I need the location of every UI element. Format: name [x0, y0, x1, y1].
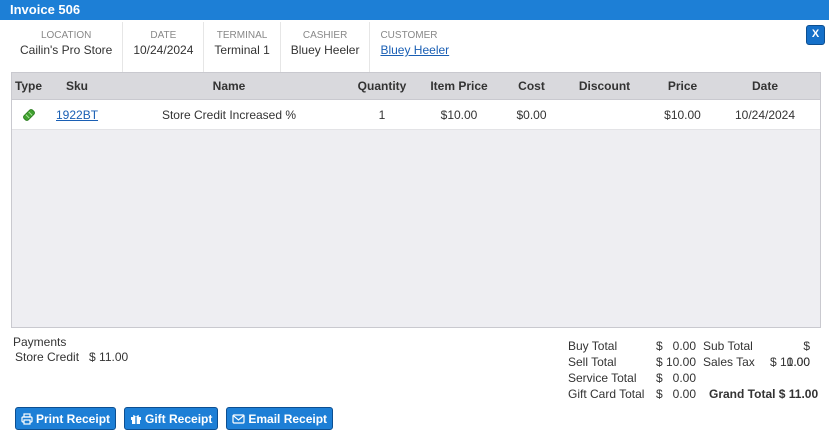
row-date: 10/24/2024 [734, 107, 796, 122]
payments-section: Payments Store Credit $ 11.00 [13, 335, 128, 365]
tag-icon [22, 108, 35, 121]
date-value: 10/24/2024 [133, 43, 194, 57]
row-price: $10.00 [664, 107, 701, 122]
location-cell: LOCATION Cailin's Pro Store [10, 22, 124, 72]
row-name: Store Credit Increased % [161, 107, 297, 122]
buy-total-label: Buy Total [568, 339, 618, 353]
customer-label: CUSTOMER [380, 30, 438, 41]
service-total-value: $ 0.00 [655, 371, 696, 385]
header-price[interactable]: Price [649, 73, 716, 99]
payment-amount: $ 11.00 [89, 350, 129, 364]
date-label: DATE [150, 30, 177, 41]
email-receipt-button[interactable]: Email Receipt [226, 407, 334, 430]
header-quantity[interactable]: Quantity [349, 73, 415, 99]
gift-card-total-value: $ 0.00 [655, 387, 696, 401]
row-quantity: 1 [378, 107, 386, 122]
row-type-cell [12, 100, 45, 129]
cashier-label: CASHIER [302, 30, 348, 41]
header-cost[interactable]: Cost [503, 73, 560, 99]
sub-total-value: $ 10.00 [779, 339, 810, 369]
customer-link[interactable]: Bluey Heeler [380, 42, 449, 58]
gift-receipt-button[interactable]: Gift Receipt [124, 407, 219, 430]
sales-tax-label: Sales Tax [703, 355, 755, 369]
cashier-cell: CASHIER Bluey Heeler [281, 22, 371, 72]
row-cost: $0.00 [516, 107, 547, 122]
cashier-value: Bluey Heeler [290, 43, 360, 57]
receipt-actions: Print Receipt Gift Receipt Email Receipt [15, 407, 341, 430]
payment-method: Store Credit [15, 350, 80, 364]
header-sku[interactable]: Sku [45, 73, 109, 99]
header-date[interactable]: Date [716, 73, 814, 99]
gift-card-total-label: Gift Card Total [568, 387, 645, 401]
buy-total-value: $ 0.00 [655, 339, 696, 353]
sell-total-value: $ 10.00 [655, 355, 696, 369]
terminal-label: TERMINAL [216, 30, 268, 41]
payments-title: Payments [13, 335, 67, 349]
close-button[interactable]: X [806, 25, 825, 45]
totals-section: Buy Total $ 0.00 Sub Total $ 10.00 Sell … [568, 338, 818, 402]
sku-link[interactable]: 1922BT [56, 108, 98, 122]
header-item-price[interactable]: Item Price [415, 73, 503, 99]
header-name[interactable]: Name [109, 73, 349, 99]
invoice-info-bar: LOCATION Cailin's Pro Store DATE 10/24/2… [10, 22, 459, 72]
terminal-value: Terminal 1 [214, 43, 270, 57]
table-row[interactable]: 1922BT Store Credit Increased % 1 $10.00… [12, 100, 820, 130]
sub-total-label: Sub Total [703, 339, 753, 353]
grand-total: Grand Total $ 11.00 [709, 387, 819, 401]
totals-row: Buy Total $ 0.00 Sub Total $ 10.00 [568, 338, 818, 369]
totals-row: Sell Total $ 10.00 Sales Tax $ 1.00 [568, 354, 818, 370]
service-total-label: Service Total [568, 371, 637, 385]
totals-row: Gift Card Total $ 0.00 Grand Total $ 11.… [568, 386, 818, 402]
sales-tax-value: $ 1.00 [770, 355, 811, 369]
date-cell: DATE 10/24/2024 [123, 22, 205, 72]
location-label: LOCATION [40, 30, 92, 41]
row-item-price: $10.00 [440, 107, 478, 122]
gift-icon [131, 414, 142, 424]
gift-receipt-label: Gift Receipt [145, 411, 213, 426]
header-type[interactable]: Type [12, 73, 45, 99]
invoice-items-table: Type Sku Name Quantity Item Price Cost D… [11, 72, 821, 328]
email-receipt-label: Email Receipt [248, 411, 328, 426]
customer-cell: CUSTOMER Bluey Heeler [370, 22, 459, 72]
printer-icon [21, 412, 33, 425]
print-receipt-button[interactable]: Print Receipt [15, 407, 117, 430]
invoice-title: Invoice 506 [0, 0, 829, 20]
location-value: Cailin's Pro Store [20, 43, 113, 57]
sell-total-label: Sell Total [568, 355, 617, 369]
row-discount [560, 100, 649, 129]
print-receipt-label: Print Receipt [36, 411, 111, 426]
terminal-cell: TERMINAL Terminal 1 [204, 22, 281, 72]
payment-line: Store Credit $ 11.00 [13, 350, 128, 365]
header-discount[interactable]: Discount [560, 73, 649, 99]
totals-row: Service Total $ 0.00 [568, 370, 818, 386]
envelope-icon [232, 413, 245, 424]
table-header: Type Sku Name Quantity Item Price Cost D… [12, 73, 820, 100]
row-sku-cell: 1922BT [45, 100, 109, 129]
